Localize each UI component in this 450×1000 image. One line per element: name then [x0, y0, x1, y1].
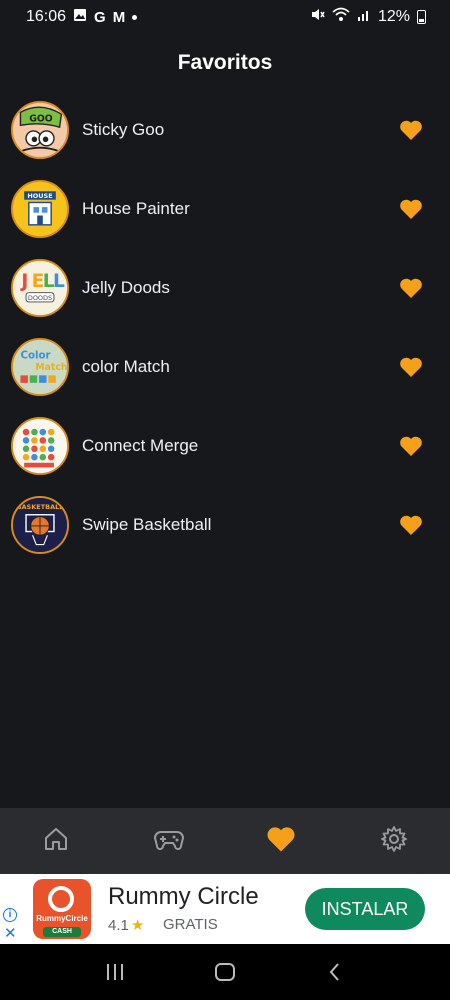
system-nav-bar	[0, 944, 450, 1000]
ad-rating-value: 4.1	[108, 917, 129, 934]
list-item[interactable]: GOO Sticky Goo	[0, 90, 450, 169]
svg-text:DOODS: DOODS	[28, 294, 52, 302]
game-name: House Painter	[82, 198, 190, 218]
heart-icon[interactable]	[398, 434, 424, 458]
tab-settings[interactable]	[338, 808, 450, 874]
list-item[interactable]: BASKETBALL Swipe Basketball	[0, 485, 450, 564]
ad-price: GRATIS	[163, 916, 218, 933]
gear-icon	[380, 825, 408, 858]
mute-icon	[310, 7, 325, 27]
page-title: Favoritos	[177, 51, 273, 74]
status-left: 16:06 G M	[26, 8, 138, 27]
ad-logo-badge: CASH	[43, 927, 81, 937]
status-time: 16:06	[26, 8, 67, 25]
status-right: 12%	[310, 7, 426, 27]
heart-icon	[266, 825, 296, 858]
heart-icon[interactable]	[398, 355, 424, 379]
swipe-basketball-thumbnail: BASKETBALL	[11, 495, 69, 554]
header: Favoritos	[0, 44, 450, 82]
svg-text:Color: Color	[20, 349, 51, 361]
gmail-icon: M	[112, 8, 126, 26]
battery-percent: 12%	[377, 8, 410, 25]
sticky-goo-thumbnail: GOO	[11, 100, 69, 159]
status-bar: 16:06 G M 12%	[0, 0, 450, 34]
game-name: color Match	[82, 356, 170, 376]
ad-app-name[interactable]: Rummy Circle	[108, 883, 259, 911]
tab-favorites[interactable]	[225, 808, 338, 874]
home-button[interactable]	[205, 952, 245, 992]
back-button[interactable]	[315, 952, 355, 992]
svg-text:GOO: GOO	[29, 113, 53, 124]
heart-icon[interactable]	[398, 513, 424, 537]
install-button[interactable]: INSTALAR	[305, 888, 425, 930]
color-match-thumbnail: Color Match	[11, 337, 69, 396]
heart-icon[interactable]	[398, 197, 424, 221]
ad-rating: 4.1 ★	[108, 916, 146, 934]
jelly-doods-thumbnail: J E L L DOODS	[11, 258, 69, 317]
list-item[interactable]: Color Match color Match	[0, 327, 450, 406]
house-painter-thumbnail: HOUSE	[11, 179, 69, 238]
bottom-nav	[0, 808, 450, 874]
ad-info-icon[interactable]: i	[3, 908, 17, 922]
home-icon	[42, 825, 70, 858]
list-item[interactable]: J E L L DOODS Jelly Doods	[0, 248, 450, 327]
gamepad-icon	[153, 827, 184, 856]
google-icon: G	[94, 8, 106, 26]
game-name: Jelly Doods	[82, 277, 170, 297]
wifi-icon	[332, 7, 350, 27]
list-item[interactable]: Connect Merge	[0, 406, 450, 485]
game-name: Connect Merge	[82, 435, 199, 455]
dot-icon	[132, 14, 138, 20]
tab-home[interactable]	[0, 808, 113, 874]
favorites-list: GOO Sticky Goo HOUSE House Painter J E L…	[0, 90, 450, 564]
svg-text:HOUSE: HOUSE	[27, 191, 52, 199]
game-name: Sticky Goo	[82, 119, 165, 139]
heart-icon[interactable]	[398, 276, 424, 300]
tab-games[interactable]	[113, 808, 226, 874]
signal-icon	[357, 8, 371, 27]
svg-text:Match: Match	[35, 361, 67, 372]
ad-logo-mark	[48, 886, 74, 912]
connect-merge-thumbnail	[11, 416, 69, 475]
list-item[interactable]: HOUSE House Painter	[0, 169, 450, 248]
image-icon	[73, 8, 87, 27]
ad-app-logo[interactable]: RummyCircle CASH	[33, 879, 91, 939]
ad-logo-text: RummyCircle	[36, 914, 88, 923]
svg-text:J: J	[19, 271, 28, 292]
battery-icon	[417, 10, 426, 24]
star-icon: ★	[130, 917, 145, 934]
ad-banner[interactable]: i ✕ RummyCircle CASH Rummy Circle 4.1 ★ G…	[0, 874, 450, 944]
game-name: Swipe Basketball	[82, 514, 212, 534]
ad-close-icon[interactable]: ✕	[4, 926, 17, 941]
recent-apps-button[interactable]	[95, 952, 135, 992]
svg-text:BASKETBALL: BASKETBALL	[17, 503, 64, 511]
svg-text:L: L	[53, 271, 65, 292]
heart-icon[interactable]	[398, 118, 424, 142]
